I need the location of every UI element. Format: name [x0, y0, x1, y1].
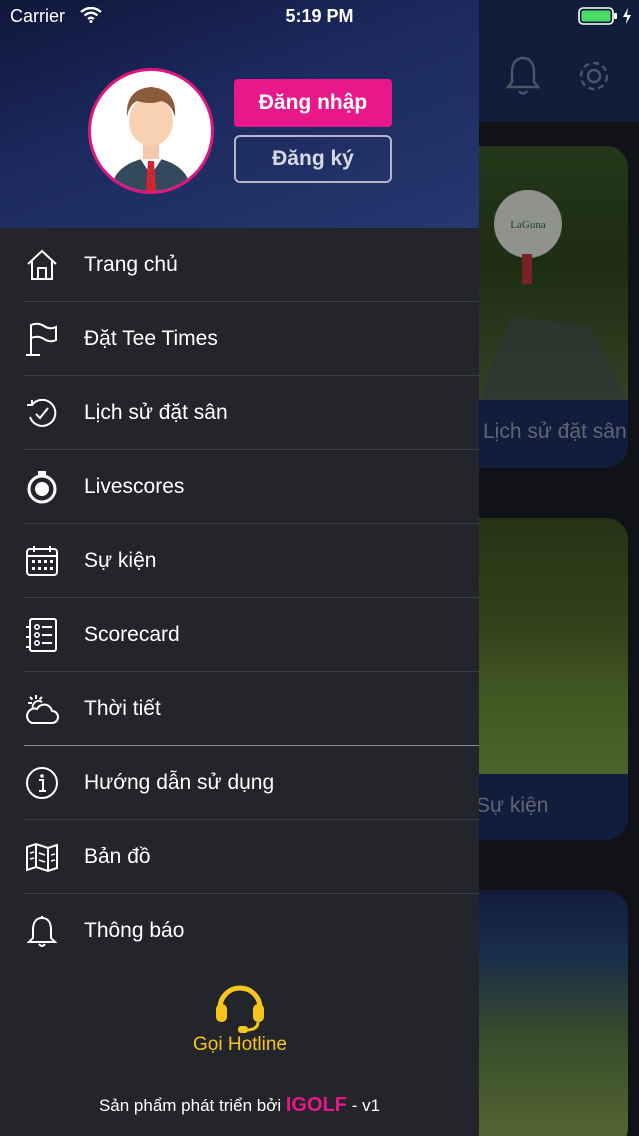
register-button[interactable]: Đăng ký: [234, 135, 392, 183]
menu-item-label: Bản đồ: [84, 845, 151, 868]
menu-item-label: Thời tiết: [84, 697, 161, 720]
info-icon: [26, 767, 58, 799]
home-icon: [27, 249, 57, 280]
clock: 5:19 PM: [285, 6, 354, 26]
hotline-label: Gọi Hotline: [193, 1034, 287, 1055]
menu-item-tee-times[interactable]: Đặt Tee Times: [0, 302, 479, 376]
menu-item-label: Đặt Tee Times: [84, 327, 218, 350]
menu-item-livescores[interactable]: Livescores: [0, 450, 479, 524]
menu-item-label: Livescores: [84, 475, 185, 498]
history-icon: [27, 398, 57, 427]
hotline-button[interactable]: Gọi Hotline: [168, 970, 312, 1070]
menu-item-label: Trang chủ: [84, 253, 178, 276]
avatar[interactable]: [88, 68, 214, 194]
weather-icon: [26, 695, 59, 724]
drawer-footer: Sản phẩm phát triển bởi IGOLF - v1: [0, 1094, 479, 1117]
menu-item-label: Sự kiện: [84, 549, 157, 572]
bell-icon: [26, 916, 58, 947]
menu-item-user-guide[interactable]: Hướng dẫn sử dụng: [0, 746, 479, 820]
menu-item-home[interactable]: Trang chủ: [0, 228, 479, 302]
brand-name: IGOLF: [285, 1094, 347, 1116]
charging-bolt-icon: [623, 8, 631, 24]
headset-icon: [216, 985, 264, 1033]
menu-item-events[interactable]: Sự kiện: [0, 524, 479, 598]
side-drawer: Đăng nhập Đăng ký Trang chủ Đặt Tee Time…: [0, 0, 479, 1136]
menu-item-map[interactable]: Bản đồ: [0, 820, 479, 894]
battery-icon: [578, 7, 617, 25]
menu-item-notifications[interactable]: Thông báo: [0, 894, 479, 968]
footer-version: - v1: [351, 1096, 381, 1115]
menu-item-scorecard[interactable]: Scorecard: [0, 598, 479, 672]
drawer-menu: Trang chủ Đặt Tee Times Lịch sử đặt sân: [0, 228, 479, 968]
menu-item-label: Scorecard: [84, 623, 180, 646]
scorecard-icon: [26, 618, 57, 652]
login-button[interactable]: Đăng nhập: [234, 79, 392, 127]
menu-item-label: Hướng dẫn sử dụng: [84, 771, 275, 794]
menu-item-label: Thông báo: [84, 919, 185, 942]
stopwatch-icon: [27, 471, 57, 504]
menu-item-weather[interactable]: Thời tiết: [0, 672, 479, 746]
footer-prefix: Sản phẩm phát triển bởi: [98, 1096, 282, 1115]
map-icon: [26, 842, 58, 873]
flag-icon: [26, 322, 57, 356]
drawer-header: Đăng nhập Đăng ký: [0, 0, 479, 228]
status-bar: Carrier 5:19 PM: [0, 0, 639, 34]
menu-item-booking-history[interactable]: Lịch sử đặt sân: [0, 376, 479, 450]
calendar-icon: [26, 546, 58, 576]
menu-item-label: Lịch sử đặt sân: [84, 401, 228, 424]
user-avatar-icon: [111, 87, 191, 191]
